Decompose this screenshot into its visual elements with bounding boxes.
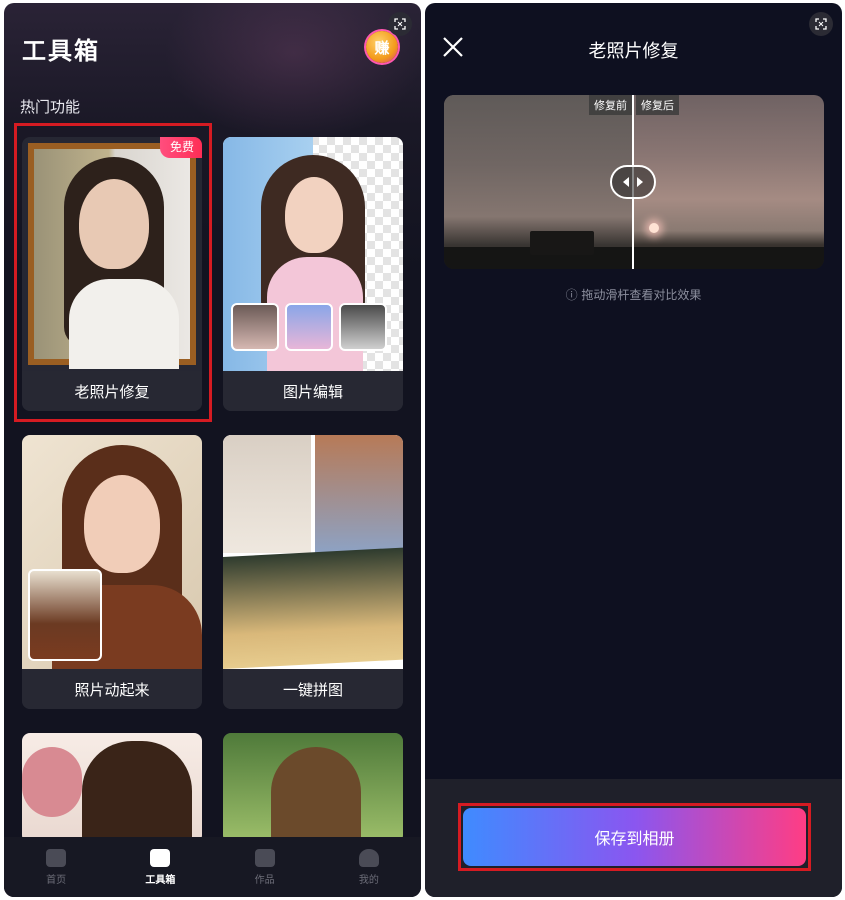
scan-icon[interactable] (809, 12, 833, 36)
page-title: 老照片修复 (588, 41, 679, 62)
before-label: 修复前 (589, 95, 632, 115)
nav-toolbox[interactable]: 工具箱 (120, 848, 200, 886)
header-glow (164, 3, 421, 143)
card-label: 照片动起来 (22, 669, 202, 709)
card-image (223, 435, 403, 669)
card-image (22, 435, 202, 669)
card-label: 一键拼图 (223, 669, 403, 709)
inset-photo (28, 569, 102, 661)
card-animate-photo[interactable]: 照片动起来 (22, 435, 202, 709)
section-title-hot: 热门功能 (20, 98, 81, 116)
ground (444, 247, 824, 269)
card-label: 图片编辑 (223, 371, 403, 411)
card-image: 免费 (22, 137, 202, 371)
toolbox-icon (150, 848, 171, 867)
page-title: 工具箱 (22, 37, 100, 65)
profile-icon (358, 848, 379, 867)
home-icon (46, 848, 67, 867)
nav-label: 我的 (358, 874, 379, 886)
toolbox-screen: 工具箱 赚 热门功能 免费 老照片修复 图片编辑 照片动起来 一键拼图 首页 工… (4, 3, 421, 897)
nav-home[interactable]: 首页 (16, 848, 96, 886)
after-label: 修复后 (636, 95, 679, 115)
thumbnail (231, 303, 279, 351)
card-image (223, 733, 403, 843)
arrow-left-icon (623, 177, 629, 187)
truck-silhouette (530, 231, 594, 255)
collage-illustration (223, 435, 403, 669)
drag-hint: ⓘ 拖动滑杆查看对比效果 (565, 288, 702, 302)
free-badge: 免费 (159, 137, 202, 158)
arrow-right-icon (637, 177, 643, 187)
bottom-action-bar: 保存到相册 (425, 779, 842, 897)
nav-label: 作品 (254, 874, 275, 886)
card-collage[interactable]: 一键拼图 (223, 435, 403, 709)
image-edit-illustration (223, 137, 403, 371)
nav-profile[interactable]: 我的 (329, 848, 409, 886)
card-partial-6[interactable] (223, 733, 403, 843)
card-image (22, 733, 202, 843)
animate-photo-illustration (22, 435, 202, 669)
earn-badge-icon[interactable]: 赚 (366, 31, 398, 63)
card-image-edit[interactable]: 图片编辑 (223, 137, 403, 411)
thumbnail (339, 303, 387, 351)
works-icon (254, 848, 275, 867)
selection-highlight (458, 803, 811, 871)
compare-slider-handle[interactable] (610, 165, 656, 199)
before-after-compare[interactable]: 修复前 修复后 (444, 95, 824, 269)
old-photo-illustration (28, 143, 196, 369)
card-old-photo-restore[interactable]: 免费 老照片修复 (22, 137, 202, 411)
nav-works[interactable]: 作品 (225, 848, 305, 886)
bottom-nav: 首页 工具箱 作品 我的 (4, 837, 421, 897)
photo-restore-screen: 老照片修复 修复前 修复后 ⓘ 拖动滑杆查看对比效果 保存到相册 (425, 3, 842, 897)
nav-label: 工具箱 (145, 874, 176, 886)
nav-label: 首页 (46, 874, 67, 886)
card-partial-5[interactable] (22, 733, 202, 843)
sun (649, 223, 659, 233)
thumbnail (285, 303, 333, 351)
card-image (223, 137, 403, 371)
scan-icon[interactable] (388, 12, 412, 36)
card-label: 老照片修复 (22, 371, 202, 411)
